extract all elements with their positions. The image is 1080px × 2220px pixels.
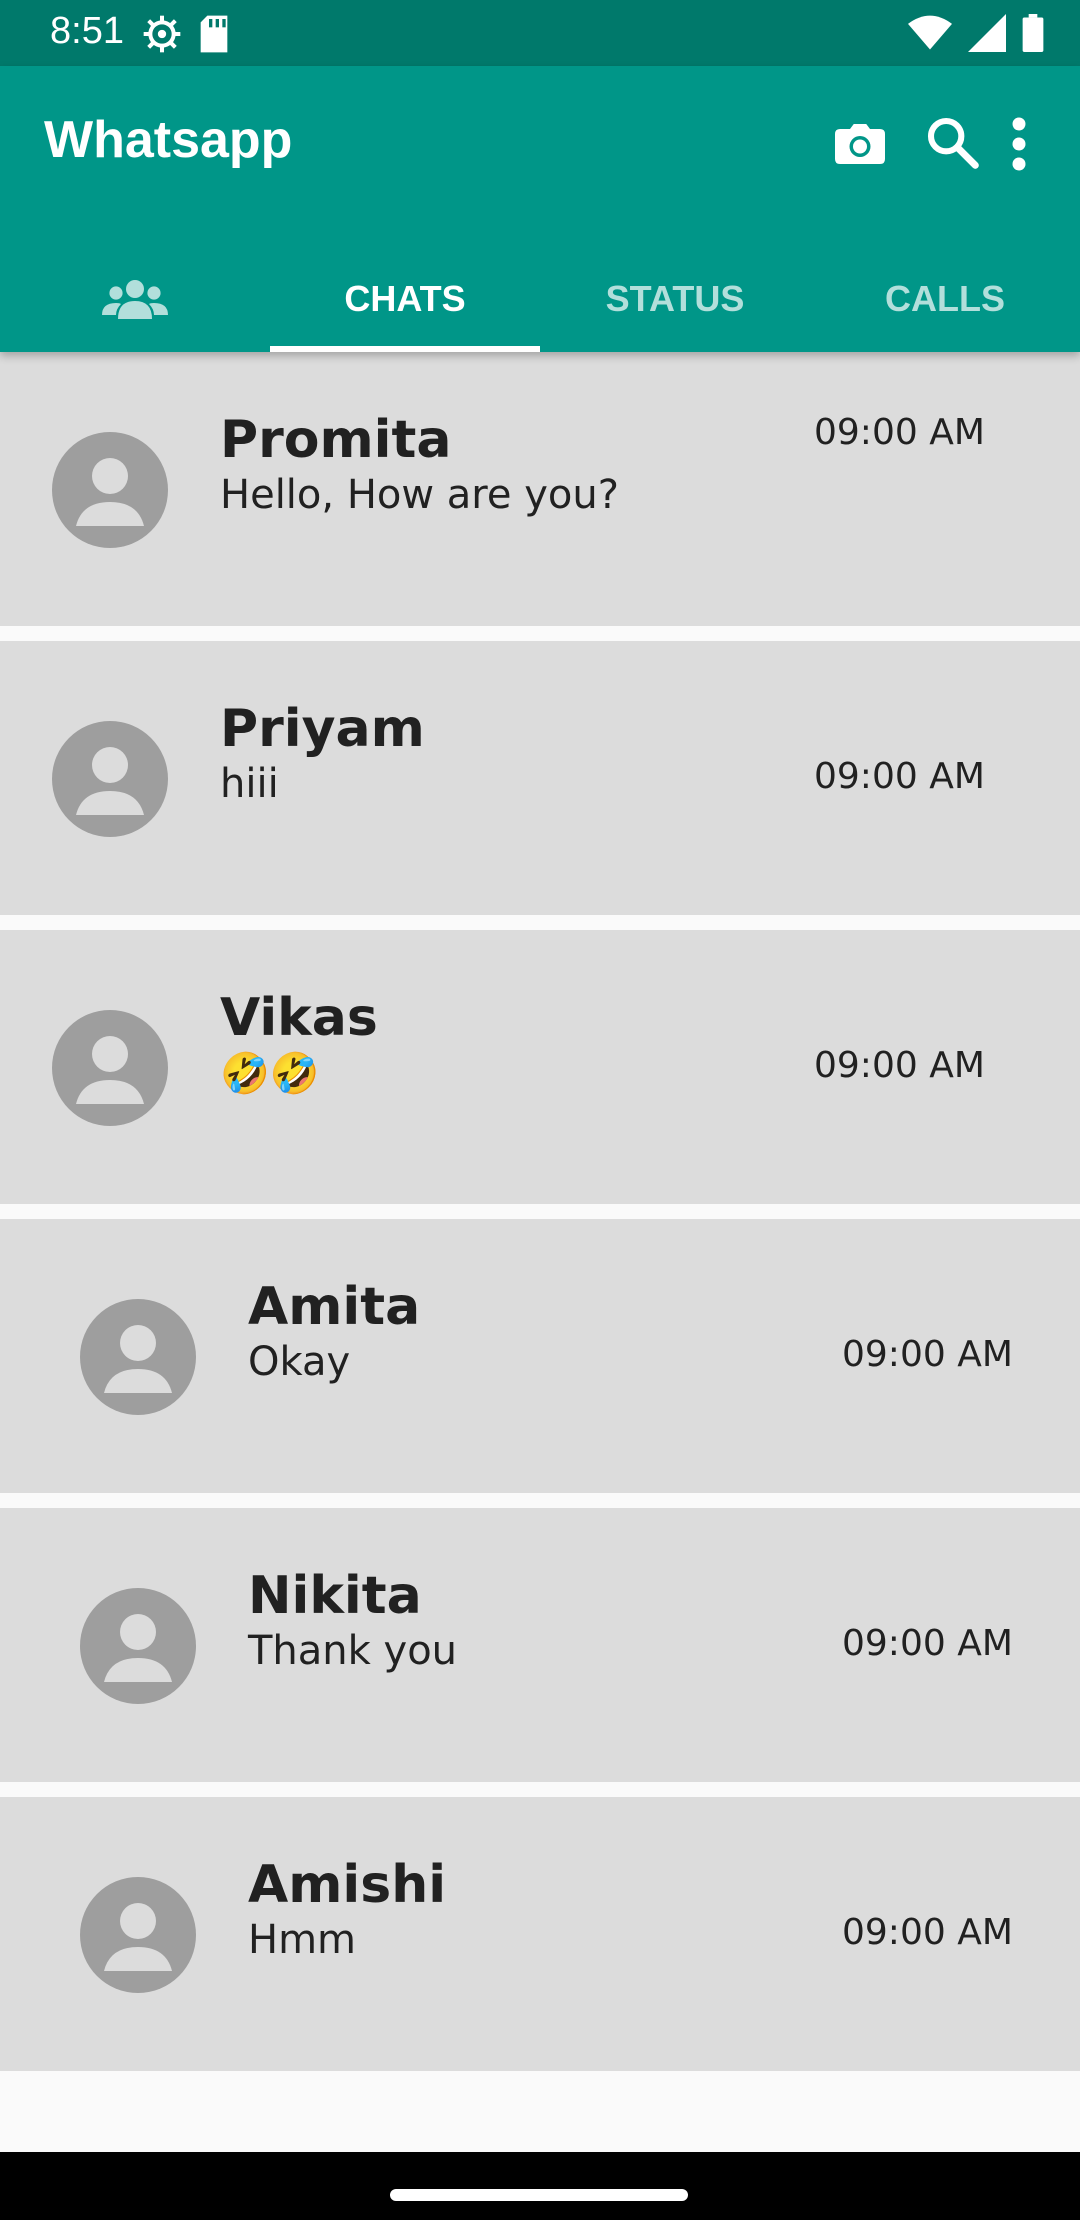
tab-community[interactable] xyxy=(0,246,270,352)
status-bar: 8:51 xyxy=(0,0,1080,66)
person-icon xyxy=(104,1325,172,1393)
chat-time: 09:00 AM xyxy=(814,1045,985,1086)
avatar xyxy=(80,1588,196,1704)
avatar xyxy=(52,432,168,548)
community-icon xyxy=(102,280,168,319)
chat-time: 09:00 AM xyxy=(842,1334,1013,1375)
camera-icon[interactable] xyxy=(830,114,890,174)
chat-message: Hmm xyxy=(248,1917,357,1963)
person-icon xyxy=(76,1036,144,1104)
more-vert-icon[interactable] xyxy=(1004,114,1034,174)
chat-message: 🤣🤣 xyxy=(220,1051,320,1097)
status-icons-left xyxy=(142,14,232,54)
chat-message: hiii xyxy=(220,761,279,807)
app-bar: Whatsapp CHATS STATUS CALLS xyxy=(0,66,1080,352)
tab-indicator xyxy=(270,346,540,352)
avatar xyxy=(52,1010,168,1126)
navigation-bar xyxy=(0,2152,1080,2220)
tab-calls[interactable]: CALLS xyxy=(810,246,1080,352)
battery-icon xyxy=(1022,14,1044,52)
avatar xyxy=(80,1299,196,1415)
chat-time: 09:00 AM xyxy=(814,756,985,797)
chat-row[interactable]: Amishi Hmm 09:00 AM xyxy=(0,1797,1080,2071)
chat-row[interactable]: Amita Okay 09:00 AM xyxy=(0,1219,1080,1493)
chat-name: Vikas xyxy=(220,988,378,1048)
chat-row[interactable]: Priyam hiii 09:00 AM xyxy=(0,641,1080,915)
avatar xyxy=(80,1877,196,1993)
chat-name: Priyam xyxy=(220,699,425,759)
person-icon xyxy=(104,1614,172,1682)
person-icon xyxy=(104,1903,172,1971)
chat-message: Okay xyxy=(248,1339,351,1385)
chat-message: Hello, How are you? xyxy=(220,472,619,518)
status-icons-right xyxy=(908,14,1044,52)
settings-gear-icon xyxy=(143,15,181,53)
tab-chats[interactable]: CHATS xyxy=(270,246,540,352)
avatar xyxy=(52,721,168,837)
chat-time: 09:00 AM xyxy=(842,1912,1013,1953)
person-icon xyxy=(76,747,144,815)
chat-message: Thank you xyxy=(248,1628,458,1674)
chat-name: Amishi xyxy=(248,1855,447,1915)
chat-time: 09:00 AM xyxy=(842,1623,1013,1664)
search-icon[interactable] xyxy=(924,114,980,170)
chat-name: Nikita xyxy=(248,1566,422,1626)
chat-name: Amita xyxy=(248,1277,421,1337)
cellular-signal-icon xyxy=(968,14,1006,52)
tab-status[interactable]: STATUS xyxy=(540,246,810,352)
home-gesture-handle[interactable] xyxy=(390,2189,688,2201)
status-time: 8:51 xyxy=(50,10,124,52)
sd-card-icon xyxy=(200,15,228,53)
chat-row[interactable]: Promita Hello, How are you? 09:00 AM xyxy=(0,352,1080,626)
wifi-icon xyxy=(908,15,952,50)
chat-name: Promita xyxy=(220,410,452,470)
app-title: Whatsapp xyxy=(44,111,293,169)
person-icon xyxy=(76,458,144,526)
tab-bar: CHATS STATUS CALLS xyxy=(0,246,1080,352)
chat-row[interactable]: Nikita Thank you 09:00 AM xyxy=(0,1508,1080,1782)
chat-time: 09:00 AM xyxy=(814,412,985,453)
chat-row[interactable]: Vikas 🤣🤣 09:00 AM xyxy=(0,930,1080,1204)
